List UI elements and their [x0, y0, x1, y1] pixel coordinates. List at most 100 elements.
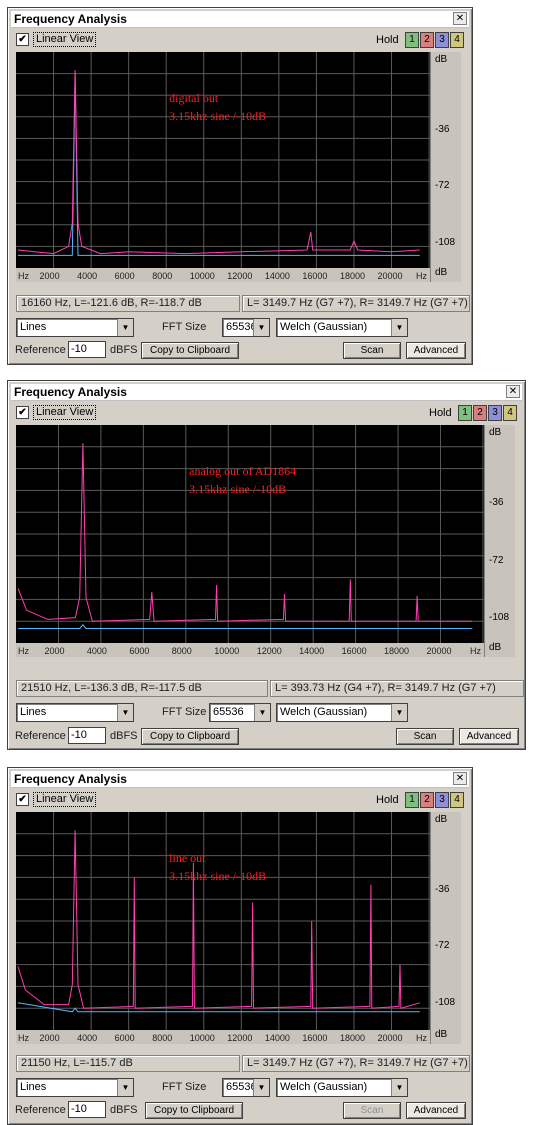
display-mode-select[interactable]: Lines ▼ [16, 318, 134, 337]
y-axis-tick: -72 [435, 940, 450, 951]
chevron-down-icon[interactable]: ▼ [117, 704, 133, 721]
spectrum-svg: Hz 2000 4000 6000 8000 10000 12000 14000 16000 18… [16, 812, 430, 1044]
y-axis-tick: -72 [435, 180, 450, 191]
window-function-select[interactable]: Welch (Gaussian) ▼ [276, 703, 408, 722]
hold-button-4[interactable]: 4 [450, 792, 464, 808]
plot-annotation: analog out of AD1864 [189, 464, 296, 478]
window-function-value: Welch (Gaussian) [280, 321, 368, 333]
chevron-down-icon[interactable]: ▼ [253, 1079, 269, 1096]
reference-unit: dBFS [110, 1104, 138, 1116]
spectrum-plot[interactable]: Hz 2000 4000 6000 8000 10000 12000 14000 16000 18… [16, 812, 430, 1044]
chevron-down-icon[interactable]: ▼ [253, 319, 269, 336]
hold-button-1[interactable]: 1 [405, 792, 419, 808]
hold-button-2[interactable]: 2 [420, 792, 434, 808]
hold-button-4[interactable]: 4 [450, 32, 464, 48]
checkbox-icon[interactable]: ✔ [16, 33, 29, 46]
cursor-readout: 16160 Hz, L=-121.6 dB, R=-118.7 dB [16, 295, 240, 312]
x-axis-tick-label: Hz [470, 646, 481, 656]
frequency-analysis-window-3: Frequency Analysis ✕ ✔ Linear View Hold … [7, 767, 473, 1125]
x-axis-tick-label: 20000 [378, 1033, 403, 1043]
reference-input[interactable]: -10 [68, 1101, 106, 1118]
plot-annotation: 3.15khz sine /-10dB [169, 869, 266, 883]
chevron-down-icon[interactable]: ▼ [254, 704, 270, 721]
scan-button[interactable]: Scan [343, 342, 401, 359]
window-function-select[interactable]: Welch (Gaussian) ▼ [276, 1078, 408, 1097]
x-axis-tick-label: Hz [18, 646, 29, 656]
display-mode-value: Lines [20, 1081, 47, 1093]
hold-button-1[interactable]: 1 [458, 405, 472, 421]
x-axis-tick-label: 18000 [384, 646, 409, 656]
chevron-down-icon[interactable]: ▼ [117, 1079, 133, 1096]
spectrum-plot[interactable]: Hz 2000 4000 6000 8000 10000 12000 14000 16000 18… [16, 425, 484, 657]
advanced-button[interactable]: Advanced [406, 342, 466, 359]
hold-button-4[interactable]: 4 [503, 405, 517, 421]
close-button[interactable]: ✕ [506, 385, 520, 398]
fft-size-select[interactable]: 65536 ▼ [222, 1078, 270, 1097]
hold-button-2[interactable]: 2 [473, 405, 487, 421]
x-axis-tick-label: 6000 [129, 646, 149, 656]
y-axis-tick: -36 [435, 124, 450, 135]
hold-button-3[interactable]: 3 [435, 32, 449, 48]
hold-button-2[interactable]: 2 [420, 32, 434, 48]
x-axis-tick-label: 16000 [302, 1033, 327, 1043]
copy-to-clipboard-button[interactable]: Copy to Clipboard [145, 1102, 243, 1119]
scan-button[interactable]: Scan [343, 1102, 401, 1119]
checkbox-icon[interactable]: ✔ [16, 406, 29, 419]
x-axis-tick-label: 2000 [44, 646, 64, 656]
cursor-readout: 21510 Hz, L=-136.3 dB, R=-117.5 dB [16, 680, 268, 697]
display-mode-value: Lines [20, 321, 47, 333]
x-axis-tick-label: Hz [18, 271, 29, 281]
cursor-readout: 21150 Hz, L=-115.7 dB [16, 1055, 240, 1072]
chevron-down-icon[interactable]: ▼ [391, 319, 407, 336]
chevron-down-icon[interactable]: ▼ [391, 1079, 407, 1096]
spectrum-trace-trace_left [18, 624, 473, 629]
fft-size-select[interactable]: 65536 ▼ [209, 703, 271, 722]
window-title: Frequency Analysis [14, 772, 127, 786]
advanced-button[interactable]: Advanced [406, 1102, 466, 1119]
hold-button-3[interactable]: 3 [435, 792, 449, 808]
y-axis-unit-bottom: dB [435, 267, 448, 278]
y-axis-unit-bottom: dB [435, 1029, 448, 1040]
y-axis-unit-bottom: dB [489, 642, 502, 653]
spectrum-svg: Hz 2000 4000 6000 8000 10000 12000 14000 16000 18… [16, 52, 430, 282]
spectrum-trace-trace_left [17, 73, 420, 256]
x-axis-tick-label: 18000 [340, 1033, 365, 1043]
checkbox-icon[interactable]: ✔ [16, 793, 29, 806]
x-axis-tick-label: 18000 [340, 271, 365, 281]
spectrum-plot[interactable]: Hz 2000 4000 6000 8000 10000 12000 14000 16000 18… [16, 52, 430, 282]
hold-button-1[interactable]: 1 [405, 32, 419, 48]
peak-readout: L= 393.73 Hz (G4 +7), R= 3149.7 Hz (G7 +… [270, 680, 524, 697]
fft-size-select[interactable]: 65536 ▼ [222, 318, 270, 337]
advanced-button[interactable]: Advanced [459, 728, 519, 745]
plot-grid [16, 812, 430, 1030]
reference-input[interactable]: -10 [68, 341, 106, 358]
copy-to-clipboard-button[interactable]: Copy to Clipboard [141, 342, 239, 359]
hold-label: Hold [376, 794, 399, 806]
title-bar[interactable]: Frequency Analysis ✕ [11, 384, 522, 401]
chevron-down-icon[interactable]: ▼ [391, 704, 407, 721]
scan-button[interactable]: Scan [396, 728, 454, 745]
plot-annotation: digital out [169, 91, 219, 105]
title-bar[interactable]: Frequency Analysis ✕ [11, 771, 469, 788]
close-button[interactable]: ✕ [453, 772, 467, 785]
copy-to-clipboard-button[interactable]: Copy to Clipboard [141, 728, 239, 745]
window-function-select[interactable]: Welch (Gaussian) ▼ [276, 318, 408, 337]
display-mode-value: Lines [20, 706, 47, 718]
y-axis-tick: -36 [489, 497, 504, 508]
reference-unit: dBFS [110, 730, 138, 742]
chevron-down-icon[interactable]: ▼ [117, 319, 133, 336]
display-mode-select[interactable]: Lines ▼ [16, 1078, 134, 1097]
display-mode-select[interactable]: Lines ▼ [16, 703, 134, 722]
close-button[interactable]: ✕ [453, 12, 467, 25]
x-axis-tick-label: 10000 [214, 646, 239, 656]
title-bar[interactable]: Frequency Analysis ✕ [11, 11, 469, 28]
peak-readout: L= 3149.7 Hz (G7 +7), R= 3149.7 Hz (G7 +… [242, 1055, 470, 1072]
x-axis-tick-label: 20000 [378, 271, 403, 281]
y-axis-tick: -108 [435, 237, 456, 248]
x-axis-tick-label: 8000 [152, 1033, 172, 1043]
y-axis-tick: -72 [489, 555, 504, 566]
spectrum-trace-trace_right [17, 69, 420, 255]
hold-button-3[interactable]: 3 [488, 405, 502, 421]
reference-input[interactable]: -10 [68, 727, 106, 744]
hold-label: Hold [429, 407, 452, 419]
